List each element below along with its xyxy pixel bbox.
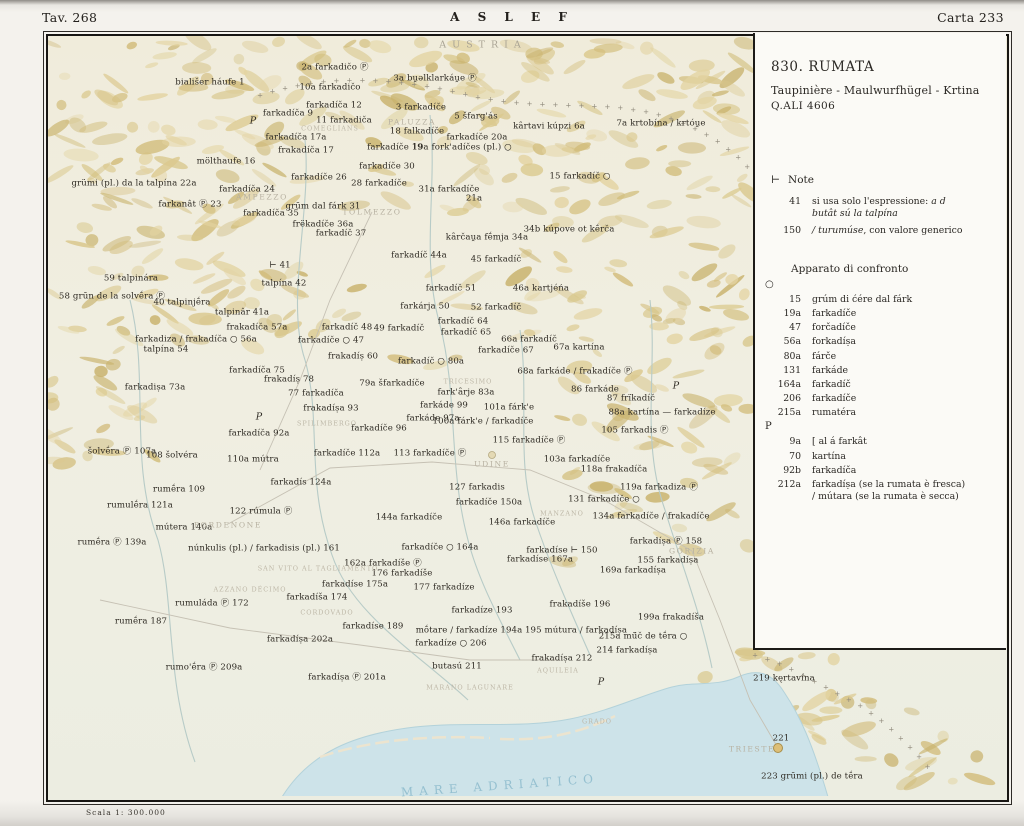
apparato-entry: 19a farkadíče <box>771 308 994 320</box>
apparato-entry-form: farkadíṣa (se la rumata è fresca) / múta… <box>812 479 966 502</box>
apparato-entry: 131 farkáde <box>771 365 994 377</box>
apparato-entry-number: 164a <box>777 378 801 390</box>
note-entry: 41 si usa solo l'espressione: a d butât s… <box>771 196 994 219</box>
apparato-entry: 9a [ al á farkât <box>771 436 994 448</box>
apparato-entry-form: farkadíč <box>812 378 851 390</box>
note-header: ⊢ Note <box>771 174 814 186</box>
map-number: Carta 233 <box>937 10 1004 25</box>
apparato-entry: 92b farkadíča <box>771 465 994 477</box>
apparato-entry-number: 206 <box>783 393 801 405</box>
note-entry: 150 / turumúse, con valore generico <box>771 225 994 237</box>
apparato-entry: 206 farkadíče <box>771 393 994 405</box>
apparato-group-symbol: P <box>765 421 772 433</box>
apparato-entry-form: farkáde <box>812 364 849 376</box>
apparato-entry-number: 131 <box>783 364 801 376</box>
note-number: 150 <box>783 225 801 237</box>
questionnaire-ref: Q.ALI 4606 <box>771 100 836 112</box>
apparato-entry-form: farkadíče <box>812 307 857 319</box>
apparato-entry-number: 80a <box>783 350 801 362</box>
apparato-entry-number: 92b <box>783 464 801 476</box>
note-text: / turumúse, con valore generico <box>812 225 963 237</box>
apparato-entry-form: forkadíṣa <box>812 336 856 348</box>
note-number: 41 <box>789 196 801 207</box>
apparato-entry-form: rumatéra <box>812 407 857 419</box>
apparato-entry-form: grúm di ćére dal fárk <box>812 293 913 305</box>
legend-panel: 830. RUMATA Taupinière - Maulwurfhügel -… <box>753 33 1006 650</box>
apparato-entry: 80a fárče <box>771 351 994 363</box>
apparato-entry-number: 9a <box>789 436 801 448</box>
apparato-entry-number: 15 <box>789 293 801 305</box>
apparato-entry-number: 212a <box>777 479 801 491</box>
apparato-entry: 215a rumatéra <box>771 407 994 419</box>
map-subtitle: Taupinière - Maulwurfhügel - Krtina <box>771 84 980 97</box>
apparato-entry-form: kartína <box>812 450 846 462</box>
tack-symbol: ⊢ <box>771 174 781 186</box>
scale-note: Scala 1: 300.000 <box>86 808 166 817</box>
apparato-entry: 56a forkadíṣa <box>771 336 994 348</box>
apparato-group-symbol: ○ <box>765 278 774 290</box>
map-title: 830. RUMATA <box>771 59 875 75</box>
apparato-entry-form: fárče <box>812 350 837 362</box>
apparato-entry-number: 47 <box>789 322 801 334</box>
apparato-entry-number: 19a <box>783 307 801 319</box>
apparato-entry: 212a farkadíṣa (se la rumata è fresca) / … <box>771 479 994 502</box>
apparato-entry: 15 grúm di ćére dal fárk <box>771 294 994 306</box>
apparato-entry: 70 kartína <box>771 451 994 463</box>
notes-list: 41 si usa solo l'espressione: a d butât s… <box>771 196 994 237</box>
atlas-page: Tav. 268 A S L E F Carta 233 + + + + + +… <box>0 0 1024 826</box>
apparato-entry-number: 70 <box>789 450 801 462</box>
apparato-entry: 47 forčadíče <box>771 322 994 334</box>
plate-number: Tav. 268 <box>42 10 98 25</box>
apparato-entry-form: farkadíča <box>812 464 857 476</box>
apparato-entry-form: forčadíče <box>812 322 856 334</box>
atlas-title: A S L E F <box>450 10 574 24</box>
apparato-header: Apparato di confronto <box>791 262 909 275</box>
apparato-list: ○ 15 grúm di ćére dal fárk 19a farkadíče 47 fo… <box>765 279 994 502</box>
apparato-entry-form: [ al á farkât <box>812 436 867 448</box>
note-text: si usa solo l'espressione: a d butât sú … <box>812 196 946 219</box>
apparato-block: Apparato di confronto ○ 15 grúm di ćére da… <box>765 262 994 502</box>
apparato-entry-number: 56a <box>783 336 801 348</box>
note-block: ⊢ Note 41 si usa solo l'espressione: a d b… <box>771 174 994 237</box>
apparato-entry-form: farkadíče <box>812 393 857 405</box>
apparato-entry: 164a farkadíč <box>771 379 994 391</box>
apparato-entry-number: 215a <box>777 407 801 419</box>
